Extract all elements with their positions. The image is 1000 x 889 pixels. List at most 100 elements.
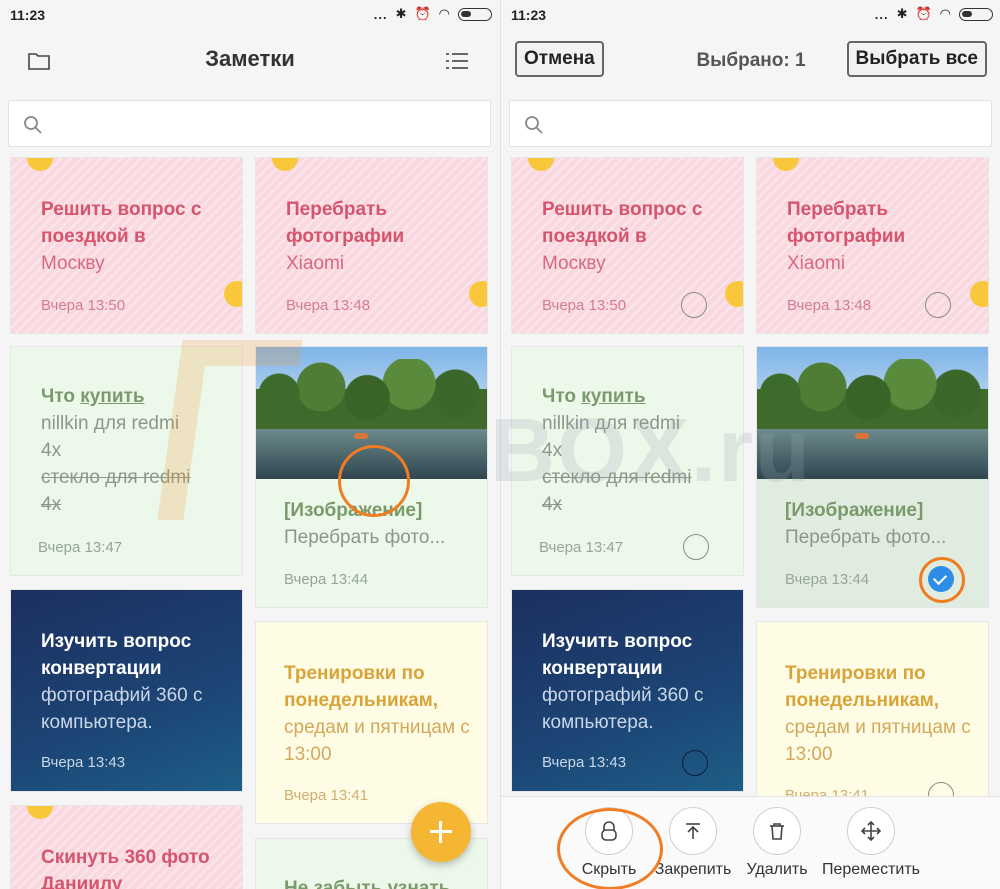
status-bar: 11:23 ... ✱ ⏰ ◠ <box>501 0 1000 30</box>
note-line: nillkin для redmi <box>542 413 681 434</box>
note-time: Вчера 13:48 <box>286 297 371 314</box>
note-card[interactable]: Перебрать фотографии Xiaomi Вчера 13:48 <box>756 157 989 334</box>
note-title: Решить вопрос с поездкой в <box>542 199 703 247</box>
note-line: 4x <box>542 440 563 461</box>
search-input[interactable] <box>8 100 491 147</box>
note-title-text: Что <box>542 386 582 407</box>
pin-dot-icon <box>272 158 298 171</box>
note-time: Вчера 13:41 <box>284 787 369 804</box>
select-checkbox[interactable] <box>925 292 951 318</box>
note-card[interactable]: Изучить вопрос конвертации фотографий 36… <box>10 589 243 792</box>
signal-dots-icon: ... <box>874 6 889 22</box>
selection-header: Отмена Выбрано: 1 Выбрать все <box>501 30 1000 92</box>
note-title: Не забыть узнать <box>284 878 451 889</box>
pin-dot-icon <box>27 806 53 819</box>
note-card[interactable]: Решить вопрос с поездкой в Москву Вчера … <box>10 157 243 334</box>
note-title: Изучить вопрос конвертации <box>41 631 192 679</box>
page-title: Заметки <box>205 46 295 71</box>
battery-icon <box>458 7 492 21</box>
search-input[interactable] <box>509 100 992 147</box>
pin-dot-icon <box>224 281 242 307</box>
note-title-link[interactable]: купить <box>581 386 645 407</box>
status-bar: 11:23 ... ✱ ⏰ ◠ <box>0 0 500 30</box>
note-title: Перебрать фотографии <box>787 199 906 247</box>
pin-dot-icon <box>528 158 554 171</box>
note-title: Тренировки по понедельникам, <box>284 663 439 711</box>
note-line-done: 4x <box>542 494 563 515</box>
search-icon <box>24 116 42 134</box>
pin-dot-icon <box>773 158 799 171</box>
note-time: Вчера 13:48 <box>787 297 872 314</box>
move-arrows-icon <box>847 807 895 855</box>
select-checkbox[interactable] <box>683 534 709 560</box>
note-card[interactable]: Тренировки по понедельникам, средам и пя… <box>255 621 488 824</box>
note-line-done: стекло для redmi <box>41 467 191 488</box>
highlight-ring <box>338 445 410 517</box>
note-time: Вчера 13:43 <box>41 754 126 771</box>
select-all-button[interactable]: Выбрать все <box>846 41 987 77</box>
status-icons: ... ✱ ⏰ ◠ <box>875 6 993 22</box>
list-view-icon[interactable] <box>446 52 468 70</box>
note-card[interactable]: Что купить nillkin для redmi 4x стекло д… <box>10 346 243 576</box>
note-title: Скинуть 360 фото Даниилу <box>41 847 210 889</box>
select-checkbox[interactable] <box>681 292 707 318</box>
note-body: фотографий 360 с компьютера. <box>41 685 203 733</box>
note-body: Москву <box>542 253 606 274</box>
pin-top-icon <box>669 807 717 855</box>
note-body: средам и пятницам с 13:00 <box>785 717 971 765</box>
note-card[interactable]: Скинуть 360 фото Даниилу <box>10 805 243 889</box>
trash-icon <box>753 807 801 855</box>
pin-dot-icon <box>725 281 743 307</box>
alarm-icon: ⏰ <box>414 6 431 21</box>
move-button[interactable]: Переместить <box>816 807 926 879</box>
pin-dot-icon <box>27 158 53 171</box>
note-card[interactable]: Изучить вопрос конвертации фотографий 36… <box>511 589 744 792</box>
note-time: Вчера 13:44 <box>284 571 369 588</box>
status-time: 11:23 <box>511 7 547 23</box>
note-title: Что купить <box>542 383 729 410</box>
alarm-icon: ⏰ <box>915 6 932 21</box>
note-title: Изучить вопрос конвертации <box>542 631 693 679</box>
note-title: Что купить <box>41 383 228 410</box>
battery-icon <box>959 7 993 21</box>
note-title: Тренировки по понедельникам, <box>785 663 940 711</box>
bluetooth-icon: ✱ <box>896 6 908 21</box>
bluetooth-icon: ✱ <box>395 6 407 21</box>
highlight-ring <box>919 557 965 603</box>
pin-dot-icon <box>970 281 988 307</box>
action-label: Переместить <box>821 861 921 878</box>
note-time: Вчера 13:43 <box>542 754 627 771</box>
wifi-icon: ◠ <box>438 6 450 21</box>
note-title-link[interactable]: купить <box>80 386 144 407</box>
search-icon <box>525 116 543 134</box>
note-line-done: стекло для redmi <box>542 467 692 488</box>
note-title: Решить вопрос с поездкой в <box>41 199 202 247</box>
pin-dot-icon <box>469 281 487 307</box>
note-card[interactable]: Решить вопрос с поездкой в Москву Вчера … <box>511 157 744 334</box>
status-icons: ... ✱ ⏰ ◠ <box>374 6 492 22</box>
wifi-icon: ◠ <box>939 6 951 21</box>
note-title-text: Что <box>41 386 81 407</box>
note-photo <box>757 347 988 479</box>
note-body: фотографий 360 с компьютера. <box>542 685 704 733</box>
note-card[interactable]: Что купить nillkin для redmi 4x стекло д… <box>511 346 744 576</box>
note-time: Вчера 13:50 <box>41 297 126 314</box>
notes-screen: 11:23 ... ✱ ⏰ ◠ Заметки Решить вопрос с … <box>0 0 500 889</box>
note-line-done: 4x <box>41 494 62 515</box>
note-title: [Изображение] <box>785 500 924 521</box>
note-card[interactable]: Перебрать фотографии Xiaomi Вчера 13:48 <box>255 157 488 334</box>
add-note-button[interactable] <box>411 802 471 862</box>
note-body: Xiaomi <box>286 253 345 274</box>
note-time: Вчера 13:50 <box>542 297 627 314</box>
note-body: Перебрать фото... <box>284 527 446 548</box>
note-card[interactable]: Тренировки по понедельникам, средам и пя… <box>756 621 989 824</box>
note-time: Вчера 13:44 <box>785 571 870 588</box>
status-time: 11:23 <box>10 7 46 23</box>
notes-header: Заметки <box>0 30 500 92</box>
note-line: nillkin для redmi <box>41 413 180 434</box>
signal-dots-icon: ... <box>373 6 388 22</box>
highlight-ring <box>557 808 663 889</box>
note-title: Перебрать фотографии <box>286 199 405 247</box>
select-checkbox[interactable] <box>682 750 708 776</box>
note-time: Вчера 13:47 <box>539 539 624 556</box>
